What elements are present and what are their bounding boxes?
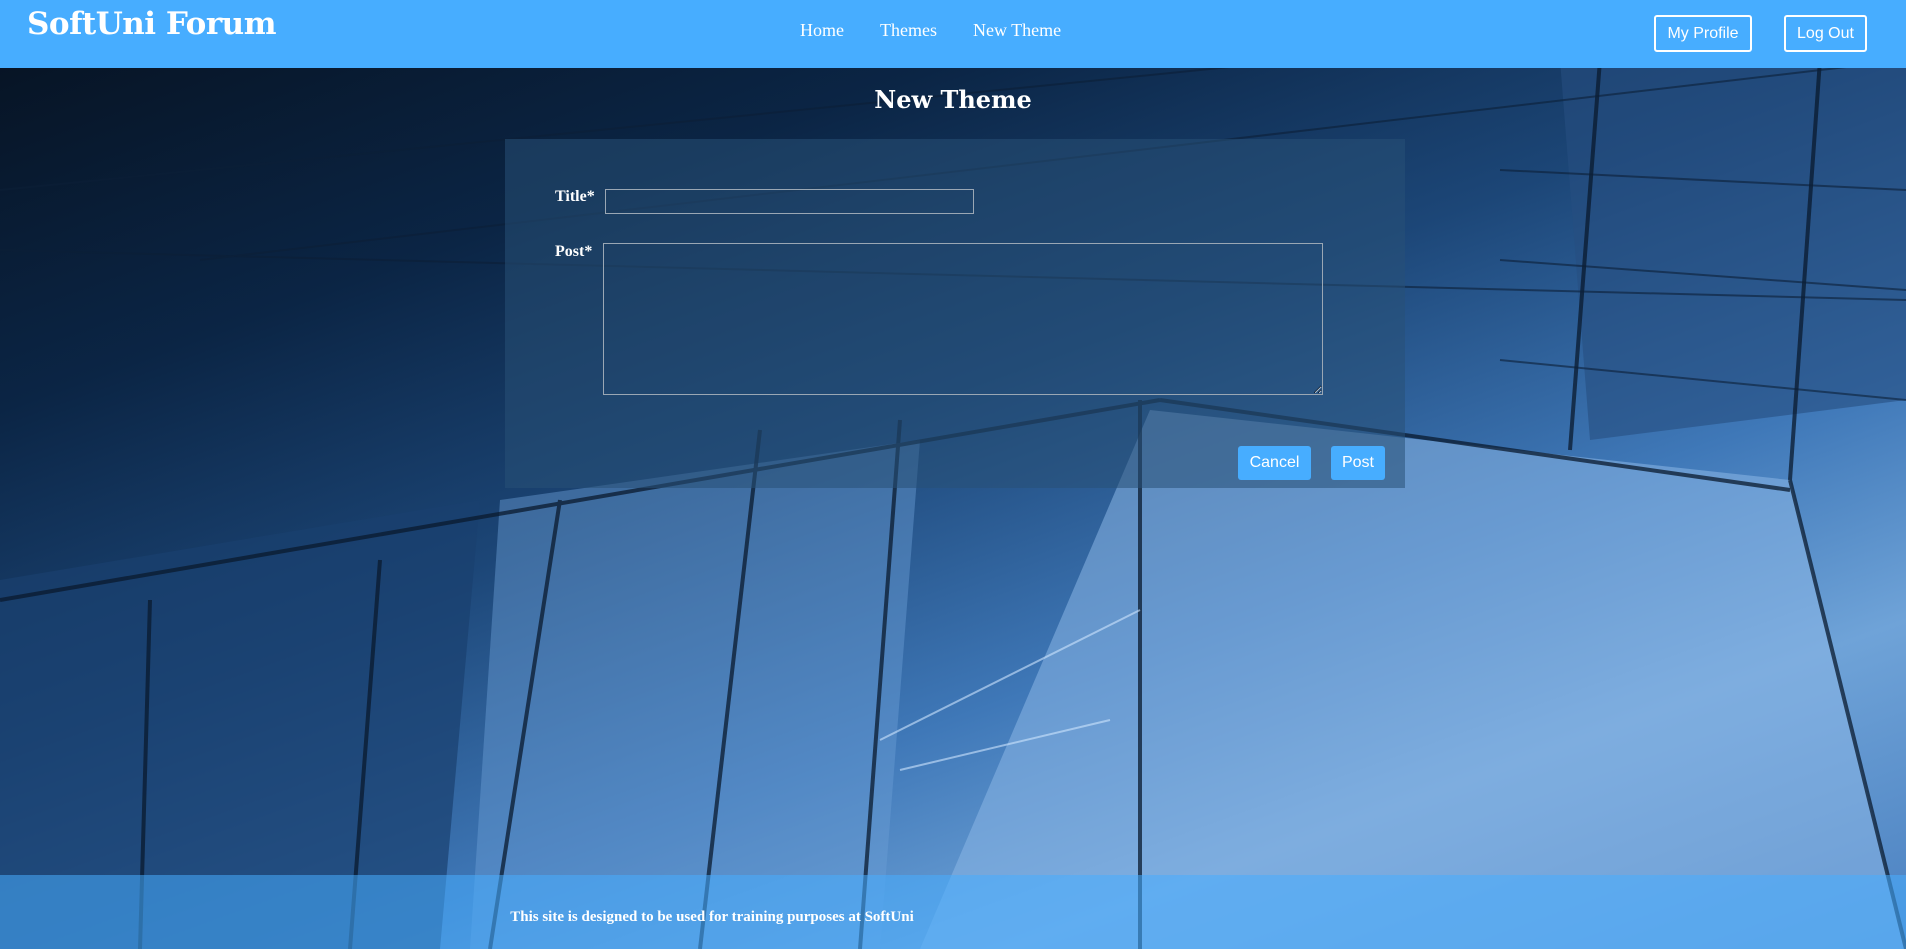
post-button[interactable]: Post	[1331, 446, 1385, 480]
footer-text: This site is designed to be used for tra…	[510, 909, 914, 925]
new-theme-form: Title* Post* Cancel Post	[505, 139, 1405, 488]
title-label: Title*	[555, 188, 595, 205]
nav-home-link[interactable]: Home	[800, 20, 844, 41]
my-profile-button[interactable]: My Profile	[1654, 15, 1752, 52]
log-out-button[interactable]: Log Out	[1784, 15, 1867, 52]
cancel-button[interactable]: Cancel	[1238, 446, 1311, 480]
title-input[interactable]	[605, 189, 974, 214]
main-nav: Home Themes New Theme	[800, 20, 1061, 41]
top-navbar: SoftUni Forum Home Themes New Theme My P…	[0, 0, 1906, 68]
page-title: New Theme	[874, 85, 1032, 114]
nav-new-theme-link[interactable]: New Theme	[973, 20, 1061, 41]
site-footer: This site is designed to be used for tra…	[0, 875, 1906, 949]
post-textarea[interactable]	[603, 243, 1323, 395]
post-label: Post*	[555, 243, 593, 260]
site-logo-link[interactable]: SoftUni Forum	[27, 6, 277, 42]
nav-themes-link[interactable]: Themes	[880, 20, 937, 41]
